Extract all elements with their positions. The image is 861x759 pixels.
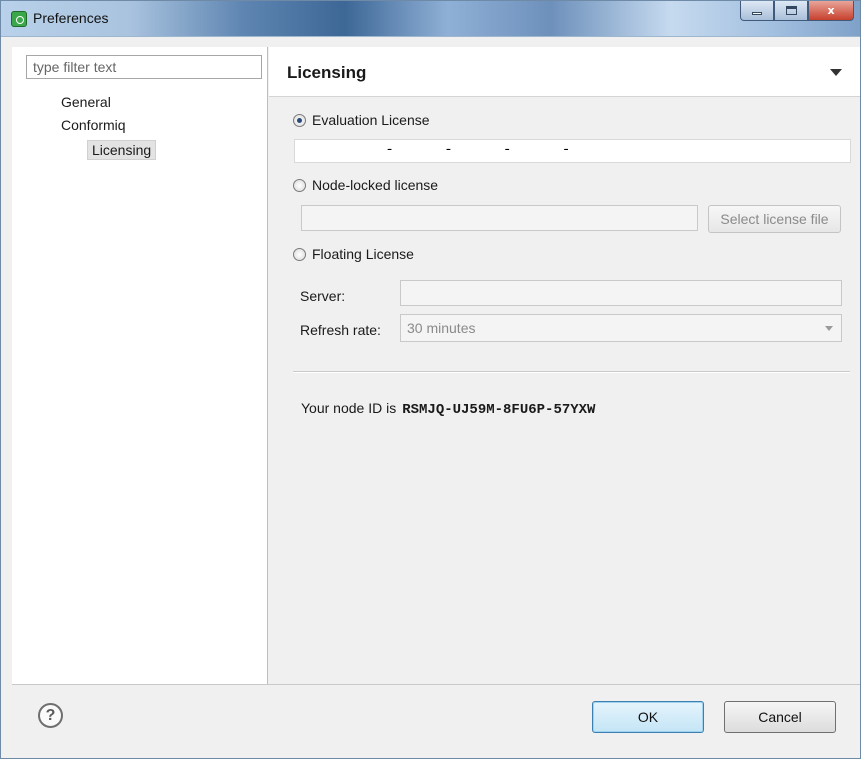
node-locked-license-label: Node-locked license <box>312 177 439 193</box>
node-id-value: RSMJQ-UJ59M-8FU6P-57YXW <box>402 402 596 418</box>
preference-page: Licensing Evaluation License - - - - Nod… <box>269 47 860 684</box>
refresh-rate-select[interactable]: 30 minutes <box>400 314 842 342</box>
minimize-icon <box>752 12 762 15</box>
tree-item-licensing[interactable]: Licensing <box>87 140 157 160</box>
floating-license-label: Floating License <box>312 246 414 262</box>
maximize-icon <box>785 6 797 15</box>
ok-button[interactable]: OK <box>592 701 704 733</box>
separator <box>293 371 850 373</box>
page-header: Licensing <box>269 47 860 97</box>
window-controls: x <box>740 1 854 21</box>
evaluation-license-label: Evaluation License <box>312 112 430 128</box>
preferences-window: Preferences x General Conformiq Licensin… <box>0 0 861 759</box>
license-file-field[interactable] <box>301 205 698 231</box>
preference-tree-pane: General Conformiq Licensing <box>12 47 268 684</box>
close-icon: x <box>827 4 835 17</box>
evaluation-license-radio[interactable] <box>293 113 306 127</box>
help-icon[interactable]: ? <box>38 703 63 728</box>
window-title: Preferences <box>33 10 109 26</box>
evaluation-key-field[interactable]: - - - - <box>294 139 851 163</box>
node-locked-license-option[interactable]: Node-locked license <box>293 177 438 193</box>
minimize-button[interactable] <box>740 1 774 21</box>
page-title: Licensing <box>287 63 367 82</box>
footer-divider <box>12 684 860 685</box>
server-label: Server: <box>300 288 346 304</box>
tree-item-general[interactable]: General <box>57 93 115 111</box>
refresh-rate-value: 30 minutes <box>407 320 476 336</box>
select-license-file-button[interactable]: Select license file <box>708 205 841 233</box>
filter-input[interactable] <box>26 55 262 79</box>
server-field[interactable] <box>400 280 842 306</box>
view-menu-arrow-icon[interactable] <box>830 69 842 76</box>
node-id-row: Your node ID is RSMJQ-UJ59M-8FU6P-57YXW <box>301 400 595 418</box>
floating-license-radio[interactable] <box>293 247 306 261</box>
app-icon <box>11 11 27 27</box>
refresh-rate-label: Refresh rate: <box>300 322 381 338</box>
node-locked-license-radio[interactable] <box>293 178 306 192</box>
cancel-button[interactable]: Cancel <box>724 701 836 733</box>
close-button[interactable]: x <box>808 1 854 21</box>
node-id-label: Your node ID is <box>301 400 397 416</box>
evaluation-license-option[interactable]: Evaluation License <box>293 112 430 128</box>
title-bar[interactable]: Preferences x <box>1 1 860 37</box>
chevron-down-icon <box>825 326 833 331</box>
tree-item-conformiq[interactable]: Conformiq <box>57 116 130 134</box>
floating-license-option[interactable]: Floating License <box>293 246 414 262</box>
maximize-button[interactable] <box>774 1 808 21</box>
